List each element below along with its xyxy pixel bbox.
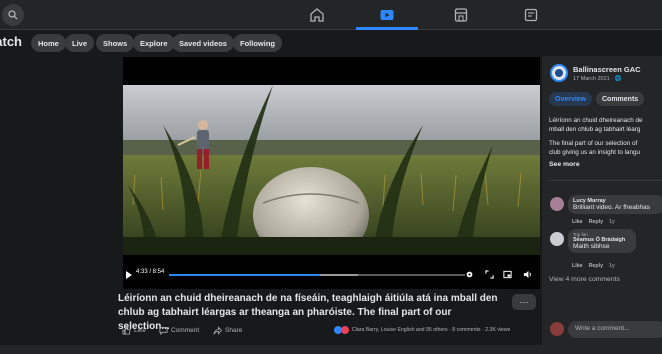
write-comment-input[interactable]: Write a comment... [568,321,662,338]
watch-subnav: Watch Home Live Shows Explore Saved vide… [0,30,662,56]
pill-saved-videos[interactable]: Saved videos [172,34,234,52]
description-line: The final part of our selection of [549,140,638,147]
video-controls: 4:33 / 8:54 [123,265,540,289]
comment-meta: Like Reply 1y [572,219,615,225]
nav-home[interactable] [308,6,326,24]
pill-explore[interactable]: Explore [133,34,175,52]
tab-comments[interactable]: Comments [596,92,645,106]
comment-text: Brilliant video. Ar fheabhas [573,204,650,211]
share-label: Share [225,327,243,334]
share-button[interactable]: Share [213,326,242,335]
see-more-link[interactable]: See more [549,161,580,168]
play-icon[interactable] [125,271,133,279]
fullscreen-icon[interactable] [485,270,494,279]
settings-icon[interactable] [465,270,474,279]
love-reaction-icon [341,326,349,334]
reaction-summary[interactable]: Clara Barry, Louise English and 95 other… [352,327,510,333]
like-label: Like [134,327,146,334]
more-options-button[interactable]: ··· [512,294,536,310]
volume-icon[interactable] [523,270,532,279]
thumbs-up-icon [122,326,131,335]
divider [549,180,662,181]
description-line: Léiríonn an chuid dheireanach de [549,117,643,124]
pill-following[interactable]: Following [233,34,282,52]
home-icon [310,8,324,22]
page-avatar[interactable] [550,64,568,82]
caption-line-1: Léiríonn an chuid dheireanach de na físe… [118,293,498,304]
pill-home[interactable]: Home [31,34,66,52]
marketplace-icon [454,8,468,22]
nav-watch[interactable] [378,6,396,24]
page-title: Watch [0,34,22,49]
description-line: mball den chlub ag tabhairt léarg [549,126,641,133]
reaction-icons[interactable] [334,326,349,334]
video-player[interactable]: 4:33 / 8:54 [123,57,540,289]
description-line: club giving us an insight to langu [549,149,641,156]
comment-like-link[interactable]: Like [572,263,583,269]
comment-reply-link[interactable]: Reply [589,219,603,225]
video-frame-image [123,85,540,255]
view-more-comments[interactable]: View 4 more comments [549,276,620,283]
video-details-panel: Ballinascreen GAC 17 March 2021 · 🌐 Over… [542,56,662,345]
comment-avatar[interactable] [550,232,564,246]
user-avatar [550,322,564,336]
search-icon [8,10,18,20]
comment-bubble: Top fan Séamus Ó Brádaigh Maith sibhse [568,229,636,253]
comment-avatar[interactable] [550,197,564,211]
comment-age: 1y [609,263,615,269]
comment-icon [159,326,168,335]
page-name[interactable]: Ballinascreen GAC [573,65,641,74]
comment-bubble: Lucy Murray Brilliant video. Ar fheabhas [568,195,662,214]
comment-text: Maith sibhse [573,243,610,250]
feeds-icon [524,8,538,22]
comment-age: 1y [609,219,615,225]
comment-label: Comment [171,327,200,334]
like-button[interactable]: Like [122,326,146,335]
search-button[interactable] [2,4,24,26]
progress-bar[interactable] [169,274,465,276]
comment-meta: Like Reply 1y [572,263,615,269]
tab-overview[interactable]: Overview [549,92,593,106]
post-date: 17 March 2021 · 🌐 [573,76,622,82]
nav-feeds[interactable] [522,6,540,24]
top-nav-bar [0,0,662,30]
comment-like-link[interactable]: Like [572,219,583,225]
pill-shows[interactable]: Shows [96,34,135,52]
comment-button[interactable]: Comment [159,326,199,335]
watch-icon [380,10,394,20]
bottom-strip [0,345,662,354]
share-icon [213,326,222,335]
pill-live[interactable]: Live [65,34,95,52]
pip-icon[interactable] [503,270,512,279]
action-bar: Like Comment Share Clara Barry, Louise E… [118,322,538,340]
nav-marketplace[interactable] [452,6,470,24]
video-time: 4:33 / 8:54 [136,269,165,275]
comment-reply-link[interactable]: Reply [589,263,603,269]
progress-fill [169,274,320,276]
